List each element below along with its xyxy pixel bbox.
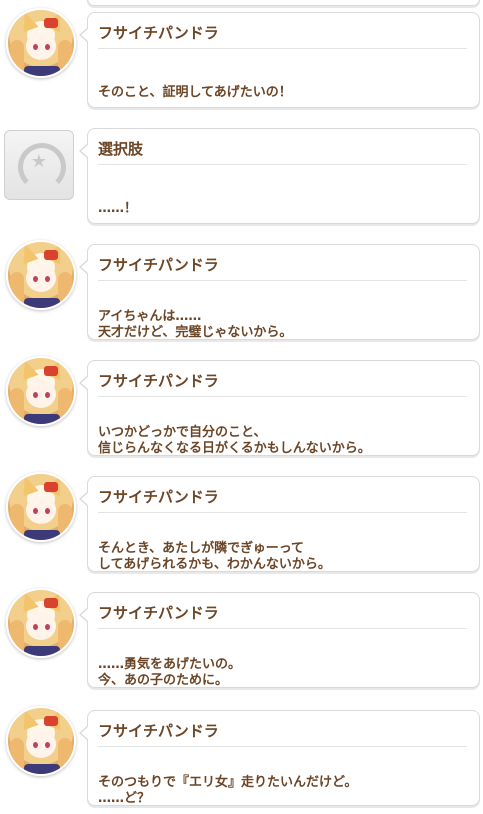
message-bubble: フサイチパンドラ アイちゃんは…… 天才だけど、完璧じゃないから。 [79, 244, 480, 340]
choice-avatar: ★ [4, 130, 74, 200]
speaker-name: フサイチパンドラ [98, 24, 219, 42]
log-entry: フサイチパンドラ いつかどっかで自分のこと、 信じらんなくなる日がくるかもしんな… [0, 348, 483, 458]
character-avatar [6, 588, 76, 658]
star-icon: ★ [30, 151, 48, 172]
log-entry: フサイチパンドラ そのつもりで『エリ女』走りたいんだけど。 ……ど？ [0, 698, 483, 808]
speaker-name: フサイチパンドラ [98, 372, 219, 390]
speaker-name: フサイチパンドラ [98, 604, 219, 622]
character-avatar [6, 240, 76, 310]
message-bubble: フサイチパンドラ いつかどっかで自分のこと、 信じらんなくなる日がくるかもしんな… [79, 360, 480, 456]
divider [98, 628, 467, 629]
speaker-name: フサイチパンドラ [98, 256, 219, 274]
message-bubble: フサイチパンドラ そのつもりで『エリ女』走りたいんだけど。 ……ど？ [79, 710, 480, 806]
divider [98, 746, 467, 747]
divider [98, 512, 467, 513]
divider [98, 280, 467, 281]
log-entry: フサイチパンドラ ……勇気をあげたいの。 今、あの子のために。 [0, 580, 483, 690]
character-avatar [6, 706, 76, 776]
log-entry: フサイチパンドラ そんとき、あたしが隣でぎゅーって してあげられるかも、わかんな… [0, 464, 483, 574]
speaker-name: フサイチパンドラ [98, 488, 219, 506]
message-line: 信じらんなくなる日がくるかもしんないから。 [98, 441, 371, 456]
message-line: してあげられるかも、わかんないから。 [98, 557, 331, 572]
speaker-name: 選択肢 [98, 140, 144, 158]
message-bubble: フサイチパンドラ そんとき、あたしが隣でぎゅーって してあげられるかも、わかんな… [79, 476, 480, 572]
character-avatar [6, 472, 76, 542]
message-line: そのこと、証明してあげたいの！ [98, 85, 292, 100]
divider [98, 164, 467, 165]
log-entry: フサイチパンドラ そのこと、証明してあげたいの！ [0, 0, 483, 110]
message-line: ……！ [98, 201, 138, 216]
message-bubble: 選択肢 ……！ [79, 128, 480, 224]
divider [98, 48, 467, 49]
speaker-name: フサイチパンドラ [98, 722, 219, 740]
divider [98, 396, 467, 397]
character-avatar [6, 356, 76, 426]
message-bubble: フサイチパンドラ ……勇気をあげたいの。 今、あの子のために。 [79, 592, 480, 688]
character-avatar [6, 8, 76, 78]
log-entry: ★ 選択肢 ……！ [0, 116, 483, 226]
message-line: 天才だけど、完璧じゃないから。 [98, 325, 293, 340]
message-line: ……ど？ [98, 791, 151, 806]
message-bubble: フサイチパンドラ そのこと、証明してあげたいの！ [79, 12, 480, 108]
log-entry: フサイチパンドラ アイちゃんは…… 天才だけど、完璧じゃないから。 [0, 232, 483, 342]
message-line: 今、あの子のために。 [98, 673, 229, 688]
